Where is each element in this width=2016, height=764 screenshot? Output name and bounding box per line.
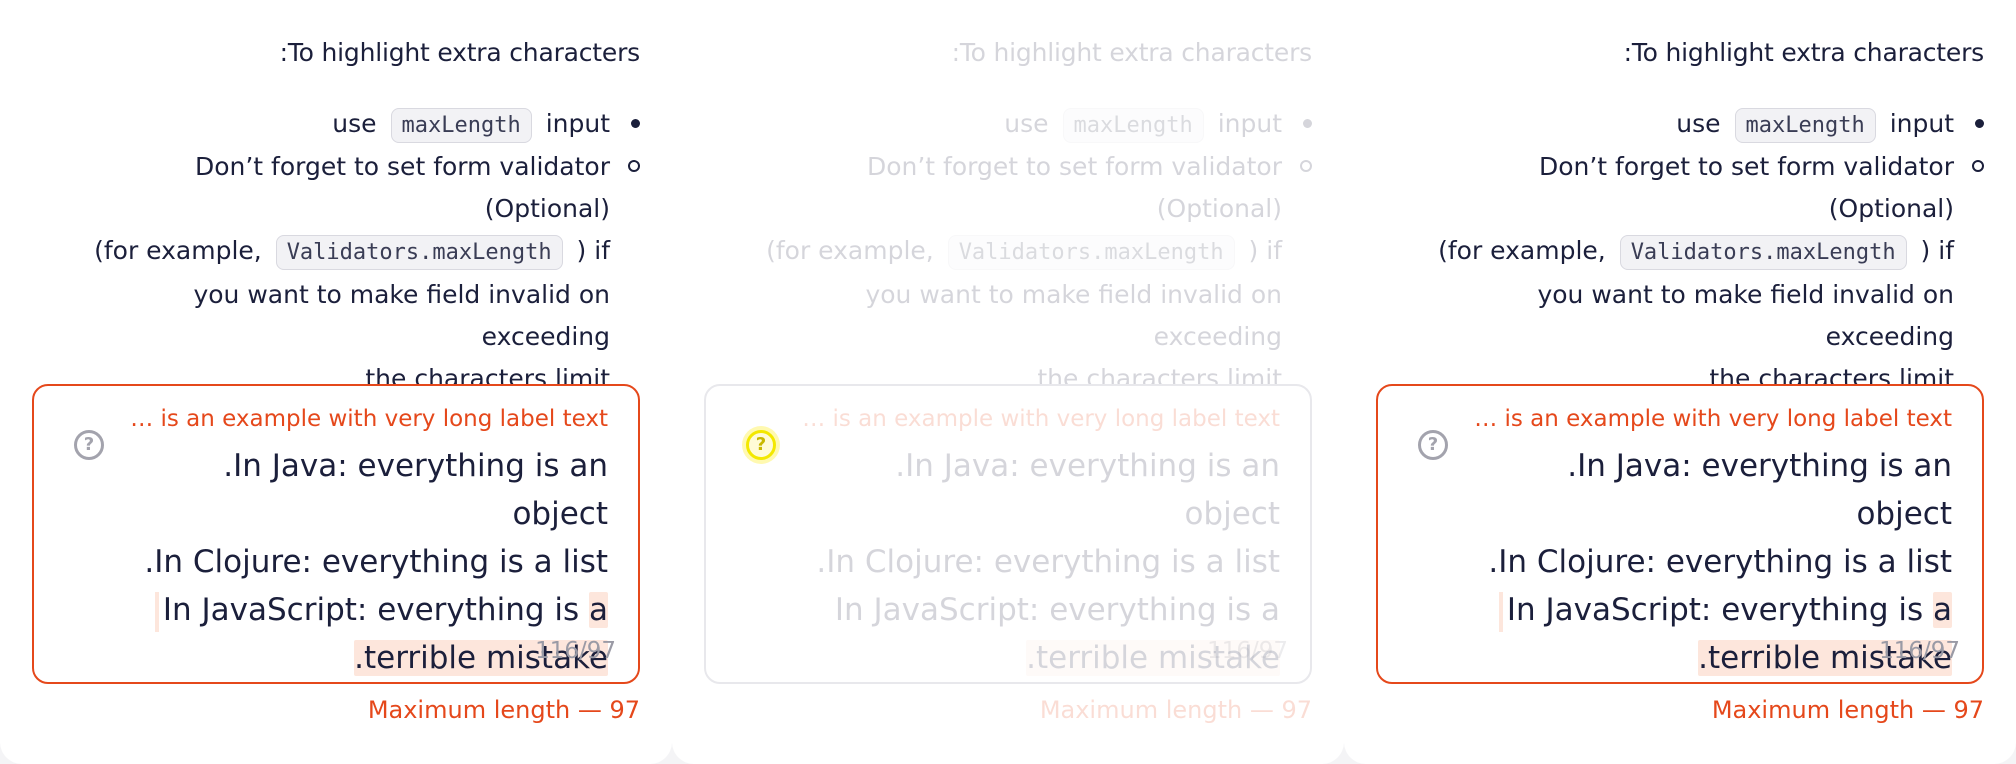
bullet-text-post: ) if [1248,236,1282,265]
demo-panel-1: :To highlight extra characters use maxLe… [0,0,672,764]
inline-code: Validators.maxLength [275,235,563,270]
bullet-disc-icon [1975,119,1984,128]
list-item: Don’t forget to set form validator (Opti… [30,146,640,400]
bullet-line: Don’t forget to set form validator (Opti… [866,152,1282,223]
bullet-circle-icon [1300,160,1312,172]
value-line: .In Clojure: everything is a list [816,544,1280,580]
list-item: Don’t forget to set form validator (Opti… [702,146,1312,400]
bullet-line: you want to make field invalid on exceed… [865,280,1282,351]
section-heading: :To highlight extra characters [1623,38,1985,67]
textarea-field[interactable]: … is an example with very long label tex… [704,384,1312,684]
bullet-line: you want to make field invalid on exceed… [193,280,610,351]
bullet-text-post: input [1889,109,1954,138]
demo-panel-3: :To highlight extra characters use maxLe… [1344,0,2016,764]
field-label: … is an example with very long label tex… [130,406,608,432]
value-line: .In Java: everything is an object [895,448,1280,532]
textarea-field[interactable]: … is an example with very long label tex… [1376,384,1984,684]
extra-char-marker [154,591,159,632]
question-circle-icon[interactable]: ? [746,430,776,460]
value-line: .In Clojure: everything is a list [144,544,608,580]
error-hint: Maximum length — 97 [1711,696,1984,724]
section-heading: :To highlight extra characters [279,38,641,67]
value-line: .In Java: everything is an object [1567,448,1952,532]
instructions-list: use maxLength input Don’t forget to set … [1374,104,1984,400]
value-line: .In Java: everything is an object [223,448,608,532]
inline-code: maxLength [390,108,532,143]
section-heading: :To highlight extra characters [951,38,1313,67]
list-item: use maxLength input [30,104,640,146]
character-counter: 116/97 [535,638,616,664]
list-item: use maxLength input [1374,104,1984,146]
inline-code: Validators.maxLength [947,235,1235,270]
textarea-field[interactable]: … is an example with very long label tex… [32,384,640,684]
extra-characters: a [1933,592,1952,628]
inline-code: maxLength [1734,108,1876,143]
bullet-text-pre: use [1676,109,1721,138]
bullet-disc-icon [631,119,640,128]
bullet-text-pre: use [332,109,377,138]
list-item: use maxLength input [702,104,1312,146]
error-hint: Maximum length — 97 [1039,696,1312,724]
value-line: In JavaScript: everything is a [834,592,1280,628]
bullet-text-pre: (for example, [1438,236,1606,265]
bullet-text-pre: use [1004,109,1049,138]
value-line: In JavaScript: everything is [162,592,589,628]
question-circle-icon[interactable]: ? [74,430,104,460]
character-counter: 116/97 [1207,638,1288,664]
question-circle-icon[interactable]: ? [1418,430,1448,460]
demo-panel-2: :To highlight extra characters use maxLe… [672,0,1344,764]
inline-code: Validators.maxLength [1619,235,1907,270]
error-hint: Maximum length — 97 [367,696,640,724]
bullet-text-post: input [545,109,610,138]
bullet-text-post: ) if [576,236,610,265]
bullet-disc-icon [1303,119,1312,128]
bullet-text-post: input [1217,109,1282,138]
bullet-line: Don’t forget to set form validator (Opti… [1538,152,1954,223]
bullet-text-pre: (for example, [766,236,934,265]
bullet-text-post: ) if [1920,236,1954,265]
bullet-text-pre: (for example, [94,236,262,265]
bullet-line: Don’t forget to set form validator (Opti… [194,152,610,223]
extra-characters: a [589,592,608,628]
bullet-circle-icon [628,160,640,172]
value-line: .In Clojure: everything is a list [1488,544,1952,580]
field-label: … is an example with very long label tex… [802,406,1280,432]
extra-char-marker [1498,591,1503,632]
value-line: In JavaScript: everything is [1506,592,1933,628]
inline-code: maxLength [1062,108,1204,143]
bullet-circle-icon [1972,160,1984,172]
instructions-list: use maxLength input Don’t forget to set … [30,104,640,400]
field-label: … is an example with very long label tex… [1474,406,1952,432]
bullet-line: you want to make field invalid on exceed… [1537,280,1954,351]
character-counter: 116/97 [1879,638,1960,664]
list-item: Don’t forget to set form validator (Opti… [1374,146,1984,400]
instructions-list: use maxLength input Don’t forget to set … [702,104,1312,400]
